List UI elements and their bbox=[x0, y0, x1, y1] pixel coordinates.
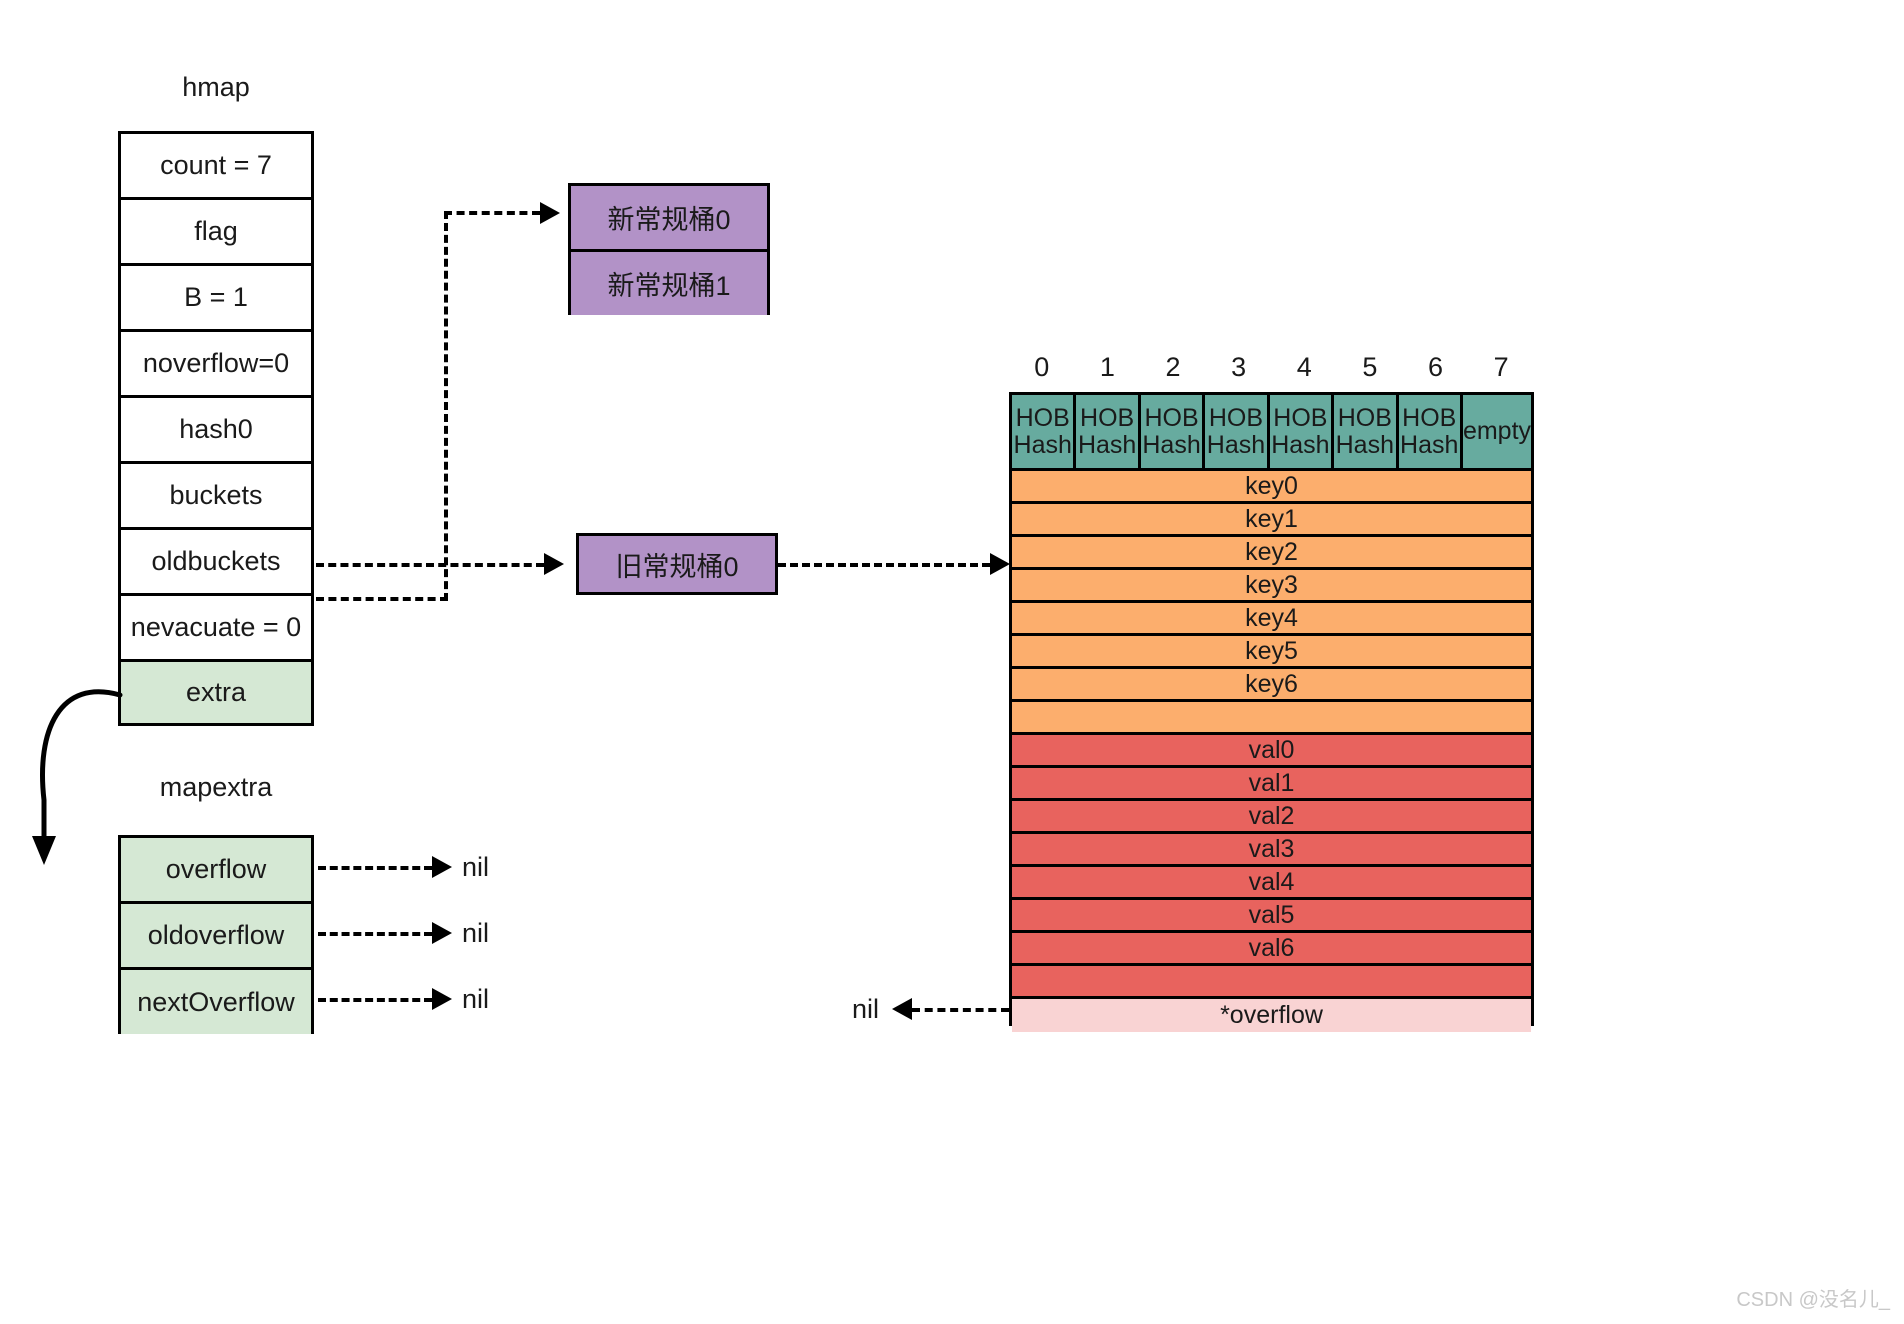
tophash-cell-5[interactable]: HOB Hash bbox=[1334, 395, 1399, 468]
tophash-cell-2-line1: HOB bbox=[1144, 404, 1199, 433]
column-index-6: 6 bbox=[1428, 352, 1444, 382]
tophash-cell-3[interactable]: HOB Hash bbox=[1205, 395, 1270, 468]
new-bucket-row-1[interactable]: 新常规桶1 bbox=[571, 252, 767, 315]
table-overflow-arrowhead bbox=[892, 998, 912, 1020]
oldoverflow-dash-line bbox=[318, 932, 432, 936]
watermark: CSDN @没名儿_ bbox=[1736, 1289, 1890, 1311]
column-index-1: 1 bbox=[1099, 352, 1115, 382]
extra-to-mapextra-arrow bbox=[32, 689, 123, 865]
tophash-cell-6-line1: HOB bbox=[1402, 404, 1457, 433]
old-buckets-box: 旧常规桶0 bbox=[576, 533, 778, 595]
nextoverflow-dash-line bbox=[318, 998, 432, 1002]
tophash-cell-5-line1: HOB bbox=[1337, 404, 1392, 433]
tophash-cell-4-line2: Hash bbox=[1271, 430, 1330, 459]
tophash-cell-1[interactable]: HOB Hash bbox=[1076, 395, 1141, 468]
hmap-field-oldbuckets[interactable]: oldbuckets bbox=[121, 530, 311, 596]
nextoverflow-nil-label: nil bbox=[462, 984, 490, 1014]
overflow-arrowhead bbox=[432, 856, 452, 878]
table-overflow-nil-label: nil bbox=[852, 994, 880, 1024]
tophash-cell-6[interactable]: HOB Hash bbox=[1398, 395, 1463, 468]
tophash-cell-5-line2: Hash bbox=[1335, 430, 1394, 459]
value-row-6[interactable]: val6 bbox=[1012, 933, 1531, 966]
buckets-arrowhead bbox=[540, 202, 560, 224]
table-overflow-dash-line bbox=[912, 1008, 1009, 1012]
diagram-canvas: hmap count = 7 flag B = 1 noverflow=0 ha… bbox=[0, 0, 1904, 1324]
tophash-cell-1-line1: HOB bbox=[1080, 404, 1135, 433]
tophash-cell-4[interactable]: HOB Hash bbox=[1269, 395, 1335, 468]
key-row-1[interactable]: key1 bbox=[1012, 504, 1531, 537]
key-row-6[interactable]: key6 bbox=[1012, 669, 1531, 702]
tophash-cell-2-line2: Hash bbox=[1142, 430, 1201, 459]
tophash-cell-4-line1: HOB bbox=[1273, 404, 1328, 433]
value-row-7[interactable] bbox=[1012, 966, 1531, 999]
value-row-4[interactable]: val4 bbox=[1012, 867, 1531, 900]
tophash-cell-0[interactable]: HOB Hash bbox=[1012, 395, 1077, 468]
hmap-field-hash0[interactable]: hash0 bbox=[121, 398, 311, 464]
tophash-cell-7[interactable]: empty bbox=[1462, 395, 1532, 468]
mapextra-field-overflow[interactable]: overflow bbox=[121, 838, 311, 904]
bucket-table: HOB Hash HOB Hash HOB Hash HOB Hash HOB … bbox=[1009, 392, 1534, 1032]
value-row-1[interactable]: val1 bbox=[1012, 768, 1531, 801]
tophash-cell-2[interactable]: HOB Hash bbox=[1140, 395, 1206, 468]
tophash-cell-1-line2: Hash bbox=[1077, 430, 1137, 459]
key-row-0[interactable]: key0 bbox=[1012, 471, 1531, 504]
tophash-cell-6-line2: Hash bbox=[1400, 430, 1459, 459]
hmap-field-buckets[interactable]: buckets bbox=[121, 464, 311, 530]
tophash-cell-3-line2: Hash bbox=[1206, 430, 1266, 459]
key-row-7[interactable] bbox=[1012, 702, 1531, 735]
mapextra-field-nextoverflow[interactable]: nextOverflow bbox=[121, 970, 311, 1034]
hmap-field-flag[interactable]: flag bbox=[121, 200, 311, 266]
tophash-cell-0-line2: Hash bbox=[1013, 430, 1072, 459]
old-bucket-row-0[interactable]: 旧常规桶0 bbox=[579, 536, 775, 592]
oldbucket-to-table-dash bbox=[778, 563, 990, 567]
buckets-dash-horizontal-upper bbox=[444, 211, 540, 215]
new-bucket-row-0[interactable]: 新常规桶0 bbox=[571, 186, 767, 252]
hmap-struct: count = 7 flag B = 1 noverflow=0 hash0 b… bbox=[118, 131, 314, 726]
nextoverflow-arrowhead bbox=[432, 988, 452, 1010]
tophash-cell-7-line1: empty bbox=[1462, 417, 1532, 446]
buckets-dash-vertical bbox=[444, 211, 448, 601]
overflow-dash-line bbox=[318, 866, 432, 870]
hmap-title: hmap bbox=[182, 72, 250, 102]
mapextra-title: mapextra bbox=[159, 772, 273, 802]
hmap-field-b[interactable]: B = 1 bbox=[121, 266, 311, 332]
hmap-field-nevacuate[interactable]: nevacuate = 0 bbox=[121, 596, 311, 662]
key-row-3[interactable]: key3 bbox=[1012, 570, 1531, 603]
buckets-dash-horizontal-lower bbox=[316, 597, 448, 601]
column-index-4: 4 bbox=[1296, 352, 1312, 382]
overflow-pointer-row[interactable]: *overflow bbox=[1012, 999, 1531, 1032]
value-row-2[interactable]: val2 bbox=[1012, 801, 1531, 834]
tophash-cell-3-line1: HOB bbox=[1208, 404, 1264, 433]
oldbuckets-dash-line bbox=[316, 563, 544, 567]
new-buckets-box: 新常规桶0 新常规桶1 bbox=[568, 183, 770, 315]
column-index-0: 0 bbox=[1034, 352, 1050, 382]
column-index-3: 3 bbox=[1231, 352, 1247, 382]
mapextra-field-oldoverflow[interactable]: oldoverflow bbox=[121, 904, 311, 970]
overflow-nil-label: nil bbox=[462, 852, 490, 882]
column-index-5: 5 bbox=[1362, 352, 1378, 382]
hmap-field-noverflow[interactable]: noverflow=0 bbox=[121, 332, 311, 398]
oldbuckets-arrowhead bbox=[544, 553, 564, 575]
oldbucket-to-table-arrowhead bbox=[990, 553, 1010, 575]
oldoverflow-arrowhead bbox=[432, 922, 452, 944]
key-row-2[interactable]: key2 bbox=[1012, 537, 1531, 570]
tophash-row: HOB Hash HOB Hash HOB Hash HOB Hash HOB … bbox=[1012, 395, 1532, 471]
column-index-7: 7 bbox=[1493, 352, 1509, 382]
oldoverflow-nil-label: nil bbox=[462, 918, 490, 948]
mapextra-struct: overflow oldoverflow nextOverflow bbox=[118, 835, 314, 1034]
key-row-4[interactable]: key4 bbox=[1012, 603, 1531, 636]
value-row-3[interactable]: val3 bbox=[1012, 834, 1531, 867]
tophash-cell-0-line1: HOB bbox=[1015, 404, 1070, 433]
hmap-field-count[interactable]: count = 7 bbox=[121, 134, 311, 200]
value-row-5[interactable]: val5 bbox=[1012, 900, 1531, 933]
value-row-0[interactable]: val0 bbox=[1012, 735, 1531, 768]
column-index-2: 2 bbox=[1165, 352, 1181, 382]
bucket-column-indexes: 0 1 2 3 4 5 6 7 bbox=[1009, 352, 1534, 383]
key-row-5[interactable]: key5 bbox=[1012, 636, 1531, 669]
hmap-field-extra[interactable]: extra bbox=[121, 662, 311, 723]
